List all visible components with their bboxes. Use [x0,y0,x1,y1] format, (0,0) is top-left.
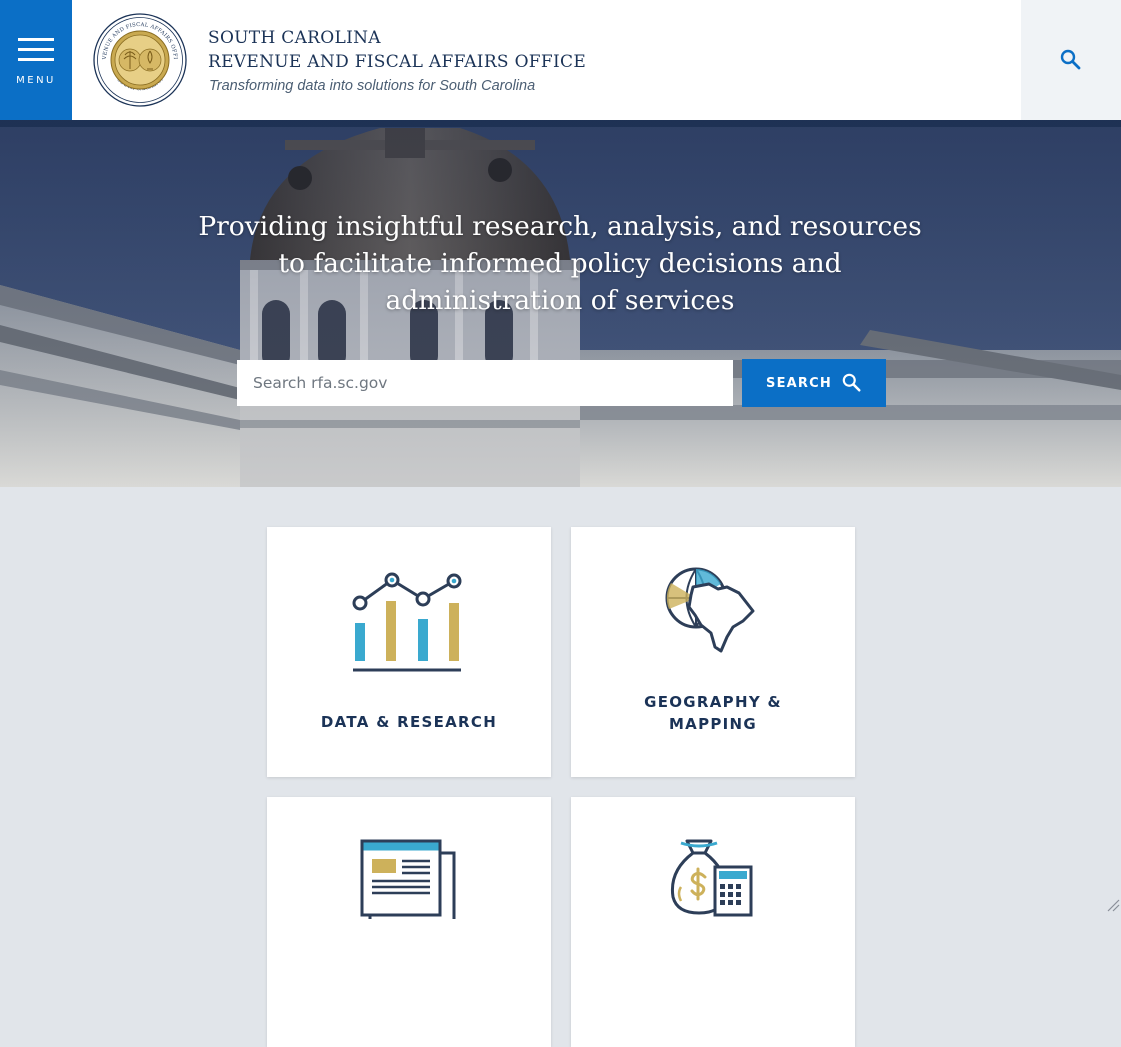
card-finance[interactable] [571,797,855,1047]
document-icon [360,839,456,919]
resize-grip-icon[interactable] [1104,896,1120,912]
card-label: DATA & RESEARCH [320,713,498,731]
hero-heading-line2: to facilitate informed policy decisions … [278,248,842,279]
org-name-line2[interactable]: REVENUE AND FISCAL AFFAIRS OFFICE [208,52,586,72]
search-icon [842,373,861,392]
org-name-line1[interactable]: SOUTH CAROLINA [208,28,381,48]
card-geography-mapping[interactable]: GEOGRAPHY & MAPPING [571,527,855,777]
state-seal-logo[interactable]: REVENUE AND FISCAL AFFAIRS OFFICE SOUTH … [92,13,188,107]
site-search-button[interactable]: SEARCH [742,359,886,407]
site-header: MENU REVENUE AND FISCAL AFFAIRS OFFICE S… [0,0,1121,120]
hamburger-icon [18,38,54,41]
card-label-line1: GEOGRAPHY & [644,693,782,711]
hero-heading-line1: Providing insightful research, analysis,… [198,211,922,242]
hamburger-icon-bar [18,58,54,61]
card-data-research[interactable]: DATA & RESEARCH [267,527,551,777]
header-search-button[interactable] [1021,0,1121,120]
site-tagline: Transforming data into solutions for Sou… [209,78,536,94]
search-button-label: SEARCH [766,375,832,391]
menu-label: MENU [16,75,56,86]
hero-banner: Providing insightful research, analysis,… [0,120,1121,487]
money-calculator-icon [670,839,753,917]
site-search-input[interactable] [237,360,733,406]
hero-heading: Providing insightful research, analysis,… [160,208,960,319]
card-publications[interactable] [267,797,551,1047]
chart-icon [352,572,462,672]
menu-button[interactable]: MENU [0,0,72,120]
card-label-line2: MAPPING [668,715,758,733]
globe-map-icon [665,567,755,653]
hero-heading-line3: administration of services [385,285,735,316]
search-icon [1060,49,1081,70]
hamburger-icon-bar [18,48,54,51]
